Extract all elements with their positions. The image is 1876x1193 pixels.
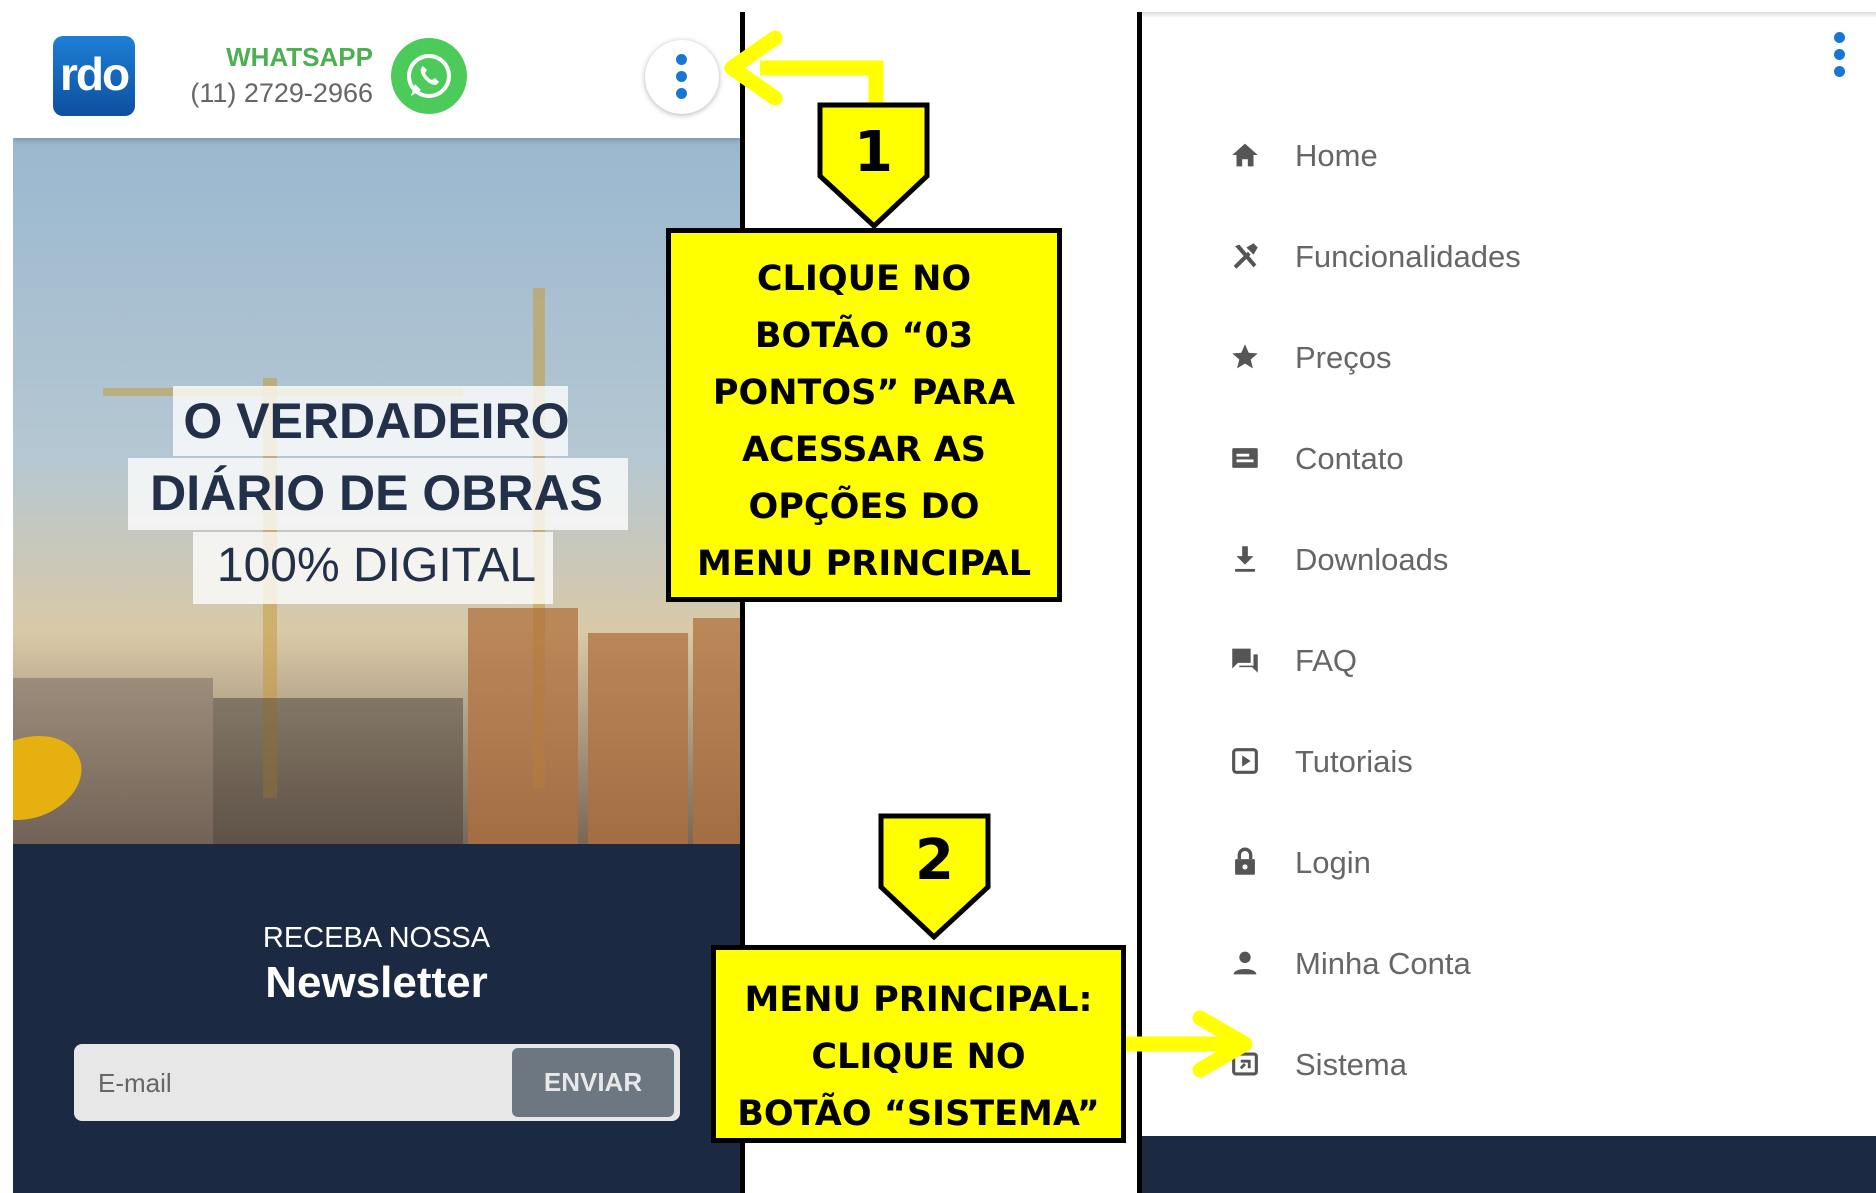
step-1-marker: 1 (854, 120, 893, 185)
callout-text: OPÇÕES DO (748, 487, 980, 527)
callout-text: MENU PRINCIPAL (696, 544, 1032, 584)
callout-text: BOTÃO “03 (754, 316, 974, 356)
callout-text: CLIQUE NO (811, 1037, 1026, 1077)
callout-text: BOTÃO “SISTEMA” (737, 1094, 1100, 1134)
step-2-marker: 2 (915, 828, 954, 893)
callout-step-2: MENU PRINCIPAL: CLIQUE NO BOTÃO “SISTEMA… (711, 945, 1126, 1143)
callout-step-1: CLIQUE NO BOTÃO “03 PONTOS” PARA ACESSAR… (666, 228, 1062, 602)
callout-text: ACESSAR AS (741, 430, 987, 470)
callout-text: CLIQUE NO (756, 259, 972, 299)
callout-text: PONTOS” PARA (712, 373, 1016, 413)
callout-text: MENU PRINCIPAL: (744, 980, 1093, 1020)
